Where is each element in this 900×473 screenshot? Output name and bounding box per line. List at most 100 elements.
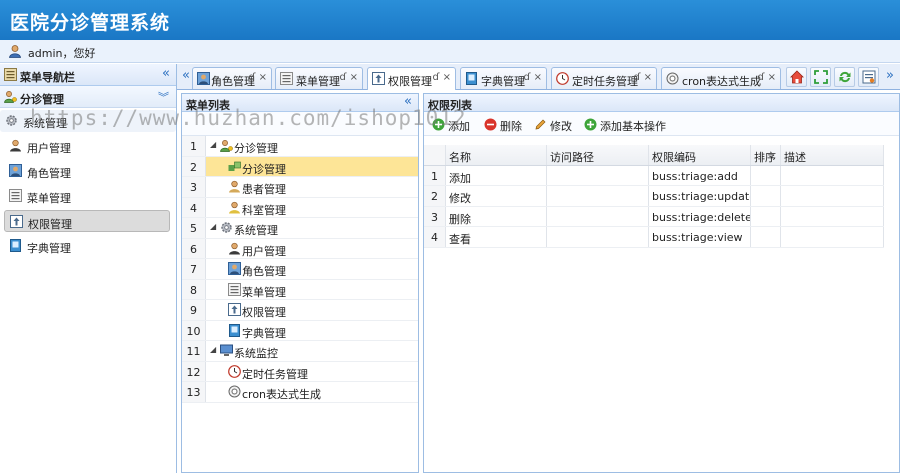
- fullscreen-icon: [814, 70, 828, 84]
- row-number: 2: [182, 156, 206, 176]
- tab-menus[interactable]: 菜单管理 ɗ ×: [275, 67, 363, 89]
- tab-actions[interactable]: ɗ ×: [432, 72, 451, 83]
- menu-list-header: 菜单列表 «: [182, 94, 418, 112]
- table-row[interactable]: 2 修改 buss:triage:update: [424, 186, 884, 207]
- cell-sort: [751, 186, 781, 206]
- cell-code: buss:triage:delete: [649, 206, 751, 226]
- sidebar-item-permissions[interactable]: 权限管理: [4, 210, 170, 232]
- tab-scroll-left-icon[interactable]: «: [180, 68, 192, 86]
- table-row[interactable]: 4 查看 buss:triage:view: [424, 227, 884, 248]
- tab-dictionary[interactable]: 字典管理 ɗ ×: [460, 67, 547, 89]
- tab-bar: « 角色管理 ɗ × 菜单管理 ɗ × 权限管理 ɗ × 字典管理 ɗ × 定时…: [177, 64, 900, 90]
- collapse-left-icon[interactable]: «: [162, 66, 170, 81]
- row-number: 13: [182, 382, 206, 402]
- sidebar-group-label: 分诊管理: [20, 93, 64, 106]
- tab-actions[interactable]: ɗ ×: [523, 72, 542, 83]
- menu-tree-row[interactable]: 10 字典管理: [182, 320, 418, 341]
- permission-icon: [10, 215, 23, 228]
- column-header[interactable]: 排序: [751, 145, 781, 165]
- menu-tree-row[interactable]: 8 菜单管理: [182, 279, 418, 300]
- tab-actions[interactable]: ɗ ×: [248, 72, 267, 83]
- menu-tree-row[interactable]: 4 科室管理: [182, 197, 418, 218]
- permission-rows: 1 添加 buss:triage:add 2 修改 buss:triage:update 3…: [424, 165, 884, 248]
- menu-tree-label: 科室管理: [242, 203, 286, 217]
- row-number: 2: [424, 186, 446, 206]
- expand-toggle-icon[interactable]: ◢: [210, 345, 216, 354]
- monitor-icon: [220, 344, 233, 356]
- cell-path: [547, 227, 649, 247]
- tab-roles[interactable]: 角色管理 ɗ ×: [192, 67, 272, 89]
- permission-toolbar: 添加 删除 修改 添加基本操作: [424, 112, 899, 136]
- menu-tree-label: 菜单管理: [242, 285, 286, 299]
- add-icon: [584, 118, 597, 131]
- tab-permissions[interactable]: 权限管理 ɗ ×: [367, 67, 456, 90]
- permission-list-title: 权限列表: [428, 99, 472, 112]
- menu-tree-row[interactable]: 1 ◢ 分诊管理: [182, 136, 418, 157]
- column-header[interactable]: 权限编码: [649, 145, 751, 165]
- tab-scroll-right-icon[interactable]: »: [884, 68, 896, 86]
- sidebar-item-system[interactable]: 系统管理: [0, 110, 176, 132]
- role-icon: [228, 262, 241, 275]
- collapse-left-icon[interactable]: «: [404, 94, 412, 109]
- sidebar-item-dictionary[interactable]: 字典管理: [4, 235, 170, 257]
- dictionary-icon: [10, 239, 21, 252]
- triage-icon: [220, 140, 233, 152]
- tab-cron-generator[interactable]: cron表达式生成 ɗ ×: [661, 67, 781, 89]
- expand-toggle-icon[interactable]: ◢: [210, 222, 216, 231]
- cell-path: [547, 206, 649, 226]
- menu-tree-row[interactable]: 12 定时任务管理: [182, 361, 418, 382]
- tab-label: 定时任务管理: [572, 75, 638, 88]
- department-icon: [229, 201, 240, 213]
- column-header[interactable]: 名称: [446, 145, 547, 165]
- sidebar-item-roles[interactable]: 角色管理: [4, 160, 170, 182]
- column-header[interactable]: 访问路径: [547, 145, 649, 165]
- sidebar-group-triage[interactable]: 分诊管理 ︾: [0, 86, 176, 108]
- menu-tree-row[interactable]: 13 cron表达式生成: [182, 382, 418, 403]
- home-icon: [790, 70, 804, 84]
- permission-list-panel: 权限列表 添加 删除 修改 添加基本操作 名称 访问路径 权限编码 排序 描述 …: [423, 93, 900, 473]
- tab-menu-button[interactable]: [858, 67, 879, 87]
- user-bar: admin，您好: [0, 40, 900, 63]
- permission-icon: [372, 72, 385, 85]
- tab-actions[interactable]: ɗ ×: [339, 72, 358, 83]
- tab-actions[interactable]: ɗ ×: [757, 72, 776, 83]
- sidebar-item-menus[interactable]: 菜单管理: [4, 185, 170, 207]
- refresh-button[interactable]: [834, 67, 855, 87]
- menu-tree-row[interactable]: 3 患者管理: [182, 177, 418, 198]
- sidebar-header: 菜单导航栏 «: [0, 64, 176, 86]
- cron-icon: [666, 72, 679, 85]
- cell-sort: [751, 206, 781, 226]
- expand-toggle-icon[interactable]: ◢: [210, 140, 216, 149]
- column-header[interactable]: 描述: [781, 145, 884, 165]
- sidebar-item-users[interactable]: 用户管理: [4, 135, 170, 157]
- table-header: 名称 访问路径 权限编码 排序 描述: [424, 145, 884, 166]
- menu-tree: 1 ◢ 分诊管理 2 分诊管理 3 患者管理 4 科室管理 5 ◢ 系统管理 6 用户管理 7 角色管理 8 菜单…: [182, 136, 418, 403]
- fullscreen-button[interactable]: [810, 67, 831, 87]
- menu-tree-row[interactable]: 2 分诊管理: [182, 156, 418, 177]
- gear-icon: [6, 115, 17, 126]
- row-number: 1: [424, 165, 446, 185]
- cell-name: 修改: [446, 186, 547, 206]
- tab-actions[interactable]: ɗ ×: [633, 72, 652, 83]
- sidebar-item-label: 菜单管理: [27, 192, 71, 205]
- menu-tree-row[interactable]: 5 ◢ 系统管理: [182, 218, 418, 239]
- tab-label: 菜单管理: [296, 75, 340, 88]
- user-greeting: admin，您好: [28, 47, 96, 60]
- menu-tree-row[interactable]: 6 用户管理: [182, 238, 418, 259]
- triage-node-icon: [228, 161, 241, 171]
- menu-tree-row[interactable]: 7 角色管理: [182, 259, 418, 280]
- table-row[interactable]: 1 添加 buss:triage:add: [424, 165, 884, 186]
- home-button[interactable]: [786, 67, 807, 87]
- sidebar-item-label: 用户管理: [27, 142, 71, 155]
- expand-icon[interactable]: ︾: [158, 89, 169, 105]
- menu-tree-label: 用户管理: [242, 244, 286, 258]
- cell-name: 查看: [446, 227, 547, 247]
- menu-list-title: 菜单列表: [186, 99, 230, 112]
- tab-scheduled-tasks[interactable]: 定时任务管理 ɗ ×: [551, 67, 657, 89]
- clock-icon: [556, 72, 569, 85]
- menu-tree-row[interactable]: 11 ◢ 系统监控: [182, 341, 418, 362]
- table-row[interactable]: 3 删除 buss:triage:delete: [424, 206, 884, 227]
- row-number: 11: [182, 341, 206, 361]
- menu-tree-row[interactable]: 9 权限管理: [182, 300, 418, 321]
- row-number: 4: [424, 227, 446, 247]
